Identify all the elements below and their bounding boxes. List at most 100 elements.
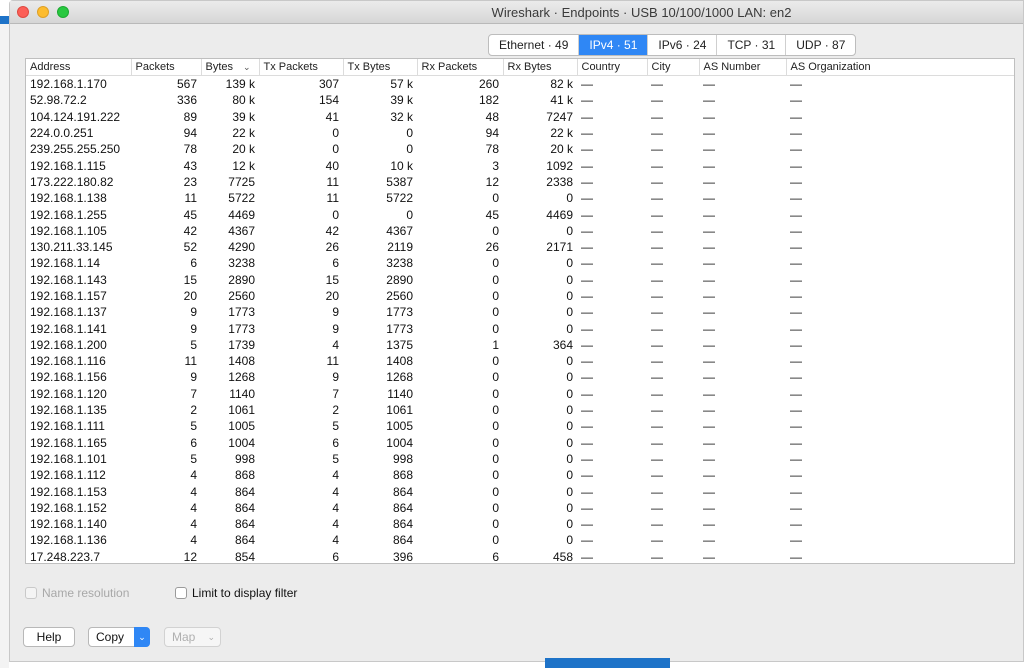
table-row[interactable]: 173.222.180.82 23 7725 11 5387 12 2338 — — — —	[26, 174, 1014, 190]
table-cell: 0	[492, 517, 499, 532]
table-row[interactable]: 192.168.1.115 43 12 k 40 10 k 3 1092 — — — —	[26, 157, 1014, 173]
table-cell-empty: —	[651, 321, 663, 336]
table-row[interactable]: 130.211.33.145 52 4290 26 2119 26 2171 — — — —	[26, 239, 1014, 255]
table-cell-empty: —	[703, 370, 715, 385]
table-row[interactable]: 192.168.1.136 4 864 4 864 0 0 — — — —	[26, 532, 1014, 548]
table-cell: 0	[566, 305, 573, 320]
table-cell: 94	[183, 126, 197, 141]
table-cell-empty: —	[651, 435, 663, 450]
table-cell: 0	[566, 484, 573, 499]
tab-udp[interactable]: UDP · 87	[786, 35, 855, 55]
tab-ethernet[interactable]: Ethernet · 49	[489, 35, 580, 55]
table-cell: 5722	[228, 191, 255, 206]
table-cell-empty: —	[790, 272, 802, 287]
table-cell-empty: —	[703, 126, 715, 141]
endpoints-table-container[interactable]: Address Packets Bytes ⌄ Tx Packets Tx Bytes Rx…	[25, 58, 1015, 564]
copy-button[interactable]: Copy ⌄	[88, 627, 150, 647]
table-cell: 5	[190, 419, 197, 434]
table-row[interactable]: 192.168.1.165 6 1004 6 1004 0 0 — — — —	[26, 435, 1014, 451]
table-cell: 1140	[387, 386, 413, 401]
table-cell-empty: —	[703, 93, 715, 108]
table-cell-empty: —	[581, 468, 593, 483]
table-row[interactable]: 192.168.1.137 9 1773 9 1773 0 0 — — — —	[26, 304, 1014, 320]
table-row[interactable]: 192.168.1.138 11 5722 11 5722 0 0 — — — —	[26, 190, 1014, 206]
column-header-rx-packets[interactable]: Rx Packets	[417, 59, 504, 76]
table-row[interactable]: 52.98.72.2 336 80 k 154 39 k 182 41 k — — — —	[26, 92, 1014, 108]
table-row[interactable]: 104.124.191.222 89 39 k 41 32 k 48 7247 — — — —	[26, 109, 1014, 125]
table-cell: 6	[190, 435, 197, 450]
table-cell-empty: —	[790, 126, 802, 141]
table-cell-empty: —	[703, 403, 715, 418]
column-header-bytes[interactable]: Bytes ⌄	[201, 59, 260, 76]
column-header-tx-packets[interactable]: Tx Packets	[259, 59, 344, 76]
table-row[interactable]: 192.168.1.140 4 864 4 864 0 0 — — — —	[26, 516, 1014, 532]
table-cell: 0	[406, 142, 413, 157]
column-header-as-number[interactable]: AS Number	[699, 59, 787, 76]
table-row[interactable]: 192.168.1.255 45 4469 0 0 45 4469 — — — —	[26, 206, 1014, 222]
table-row[interactable]: 17.248.223.7 12 854 6 396 6 458 — — — —	[26, 549, 1014, 564]
table-cell-empty: —	[651, 126, 663, 141]
column-header-label: Bytes	[205, 61, 234, 73]
table-cell: 4290	[228, 240, 255, 255]
column-header-rx-bytes[interactable]: Rx Bytes	[503, 59, 578, 76]
table-cell-empty: —	[790, 451, 802, 466]
table-row[interactable]: 192.168.1.105 42 4367 42 4367 0 0 — — — —	[26, 223, 1014, 239]
table-cell: 4	[332, 533, 339, 548]
column-header-packets[interactable]: Packets	[131, 59, 202, 76]
table-row[interactable]: 192.168.1.14 6 3238 6 3238 0 0 — — — —	[26, 255, 1014, 271]
table-cell-empty: —	[651, 500, 663, 515]
table-row[interactable]: 192.168.1.120 7 1140 7 1140 0 0 — — — —	[26, 386, 1014, 402]
table-cell: 4367	[228, 223, 255, 238]
column-header-as-organization[interactable]: AS Organization	[786, 59, 1014, 76]
column-header-city[interactable]: City	[647, 59, 700, 76]
table-cell: 192.168.1.143	[30, 272, 107, 287]
table-cell: 192.168.1.153	[30, 484, 107, 499]
tab-ipv6[interactable]: IPv6 · 24	[648, 35, 718, 55]
table-cell: 0	[566, 370, 573, 385]
column-header-country[interactable]: Country	[577, 59, 648, 76]
table-row[interactable]: 192.168.1.111 5 1005 5 1005 0 0 — — — —	[26, 418, 1014, 434]
table-cell-empty: —	[703, 354, 715, 369]
table-row[interactable]: 192.168.1.112 4 868 4 868 0 0 — — — —	[26, 467, 1014, 483]
table-row[interactable]: 192.168.1.157 20 2560 20 2560 0 0 — — — —	[26, 288, 1014, 304]
table-cell-empty: —	[703, 500, 715, 515]
table-cell-empty: —	[581, 174, 593, 189]
table-cell-empty: —	[703, 484, 715, 499]
table-row[interactable]: 192.168.1.156 9 1268 9 1268 0 0 — — — —	[26, 369, 1014, 385]
table-cell: 868	[234, 468, 255, 483]
column-header-address[interactable]: Address	[26, 59, 132, 76]
chevron-down-icon[interactable]: ⌄	[134, 627, 150, 647]
table-row[interactable]: 192.168.1.170 567 139 k 307 57 k 260 82 k — — — —	[26, 76, 1014, 93]
table-cell-empty: —	[581, 484, 593, 499]
table-cell-empty: —	[790, 549, 802, 564]
table-row[interactable]: 192.168.1.152 4 864 4 864 0 0 — — — —	[26, 500, 1014, 516]
title-bar[interactable]: Wireshark · Endpoints · USB 10/100/1000 …	[10, 1, 1023, 24]
table-cell-empty: —	[790, 484, 802, 499]
table-cell-empty: —	[703, 240, 715, 255]
table-row[interactable]: 192.168.1.141 9 1773 9 1773 0 0 — — — —	[26, 320, 1014, 336]
table-cell: 9	[332, 370, 339, 385]
tab-tcp[interactable]: TCP · 31	[717, 35, 787, 55]
table-cell: 89	[183, 109, 197, 124]
tab-ipv4[interactable]: IPv4 · 51	[579, 35, 649, 55]
table-row[interactable]: 192.168.1.135 2 1061 2 1061 0 0 — — — —	[26, 402, 1014, 418]
table-row[interactable]: 224.0.0.251 94 22 k 0 0 94 22 k — — — —	[26, 125, 1014, 141]
table-cell: 15	[183, 272, 197, 287]
table-cell: 1408	[228, 354, 255, 369]
limit-filter-option[interactable]: Limit to display filter	[175, 586, 297, 600]
table-cell-empty: —	[790, 500, 802, 515]
table-row[interactable]: 192.168.1.153 4 864 4 864 0 0 — — — —	[26, 483, 1014, 499]
table-cell: 192.168.1.112	[30, 468, 106, 483]
table-cell: 9	[190, 370, 197, 385]
table-row[interactable]: 192.168.1.143 15 2890 15 2890 0 0 — — — —	[26, 272, 1014, 288]
limit-filter-checkbox[interactable]	[175, 587, 187, 599]
limit-filter-label[interactable]: Limit to display filter	[192, 586, 297, 600]
table-row[interactable]: 192.168.1.200 5 1739 4 1375 1 364 — — — —	[26, 337, 1014, 353]
column-header-label: Rx Packets	[421, 61, 478, 73]
help-button[interactable]: Help	[23, 627, 75, 647]
column-header-tx-bytes[interactable]: Tx Bytes	[343, 59, 418, 76]
table-row[interactable]: 239.255.255.250 78 20 k 0 0 78 20 k — — — —	[26, 141, 1014, 157]
table-cell-empty: —	[651, 93, 663, 108]
table-row[interactable]: 192.168.1.116 11 1408 11 1408 0 0 — — — —	[26, 353, 1014, 369]
table-row[interactable]: 192.168.1.101 5 998 5 998 0 0 — — — —	[26, 451, 1014, 467]
